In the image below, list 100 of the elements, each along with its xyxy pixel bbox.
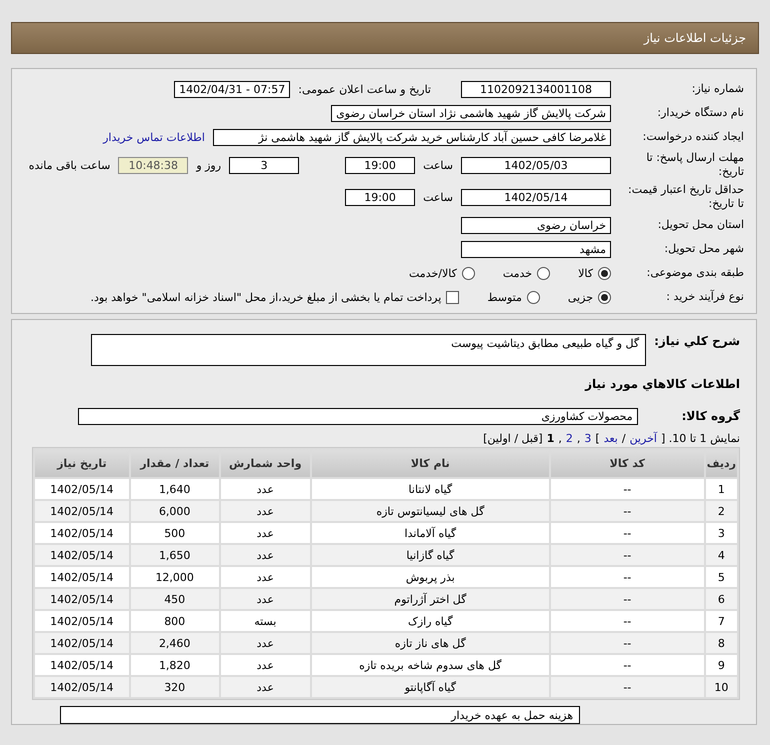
table-cell: گیاه آلاماندا (312, 523, 549, 543)
input-field[interactable]: 1402/04/31 - 07:57 (174, 80, 290, 98)
note-field: هزینه حمل به عهده خریدار (60, 706, 580, 724)
radio-button[interactable] (537, 266, 550, 280)
table-cell: عدد (220, 523, 310, 543)
current-page: 1 (546, 432, 554, 445)
radio-button[interactable] (462, 266, 475, 280)
table-cell: عدد (220, 545, 310, 565)
table-cell: 320 (130, 677, 219, 697)
radio-button[interactable] (526, 290, 540, 304)
table-cell: -- (550, 677, 704, 697)
table-cell: 5 (706, 567, 737, 587)
table-cell: عدد (220, 479, 310, 499)
table-cell: 1402/05/14 (35, 523, 129, 543)
field-label: روز و (196, 158, 222, 172)
table-cell: عدد (220, 501, 310, 521)
field-label: مهلت ارسال پاسخ: تا تاریخ: (645, 151, 744, 179)
table-cell: گل اختر آژراتوم (312, 589, 549, 609)
input-field[interactable]: 1402/05/03 (461, 156, 611, 174)
table-cell: 1,650 (130, 545, 219, 565)
table-cell: 4 (706, 545, 737, 565)
table-cell: 9 (706, 655, 737, 675)
input-field[interactable]: مشهد (461, 240, 611, 258)
table-cell: -- (550, 523, 704, 543)
table-cell: بسته (220, 611, 310, 631)
page-header: جزئیات اطلاعات نیاز (11, 22, 759, 54)
table-cell: گیاه لانتانا (312, 479, 549, 499)
option-label: خدمت (502, 266, 532, 280)
table-cell: -- (550, 589, 704, 609)
field-label: ساعت (423, 158, 453, 172)
input-field[interactable]: 19:00 (345, 188, 416, 206)
table-cell: 2 (706, 501, 737, 521)
description-field[interactable]: گل و گیاه طبیعی مطابق دیتاشیت پیوست (91, 334, 646, 366)
input-field[interactable]: خراسان رضوی (461, 216, 611, 234)
field-label: شرح کلي نياز: (654, 334, 740, 348)
radio-button[interactable] (598, 266, 611, 280)
table-cell: 1402/05/14 (35, 589, 129, 609)
pagination-text: / (622, 432, 626, 445)
table-cell: -- (550, 655, 704, 675)
field-label: ساعت (423, 190, 453, 204)
pagination-text: , (576, 432, 580, 445)
page-link[interactable]: 3 (584, 432, 592, 445)
table-cell: 12,000 (130, 567, 219, 587)
table-cell: گل های سدوم شاخه بریده تازه (312, 655, 549, 675)
field-label: ساعت باقی مانده (28, 158, 110, 172)
radio-button[interactable] (598, 290, 611, 304)
input-field[interactable]: 3 (229, 156, 300, 174)
checkbox[interactable] (446, 290, 460, 304)
field-label: طبقه بندی موضوعی: (646, 266, 744, 280)
table-cell: 1402/05/14 (35, 677, 129, 697)
table-cell: 1,820 (130, 655, 219, 675)
table-cell: عدد (220, 655, 310, 675)
input-field[interactable]: غلامرضا کافی حسین آباد کارشناس خرید شرکت پالایش گاز شهید هاشمی نژ (213, 128, 611, 146)
option-label: جزیی (568, 290, 593, 304)
table-cell: عدد (220, 677, 310, 697)
table-cell: 1402/05/14 (35, 545, 129, 565)
field-label: شماره نیاز: (690, 82, 744, 96)
input-field[interactable]: شرکت پالایش گاز شهید هاشمی نژاد استان خراسان رضوی (331, 104, 611, 122)
input-field[interactable]: محصولات کشاورزی (78, 408, 638, 424)
option-label: کالا (578, 266, 593, 280)
option-label: پرداخت تمام یا بخشی از مبلغ خرید،از محل "اسناد خزانه اسلامی" خواهد بود. (90, 290, 442, 304)
table-cell: عدد (220, 567, 310, 587)
table-cell: 8 (706, 633, 737, 653)
option-label: کالا/خدمت (409, 266, 457, 280)
table-cell: گیاه آگاپانتو (312, 677, 549, 697)
countdown-field: 10:48:38 (118, 156, 188, 174)
table-cell: 800 (130, 611, 219, 631)
table-cell: -- (550, 633, 704, 653)
field-label: استان محل تحویل: (656, 218, 744, 232)
table-cell: 2,460 (130, 633, 219, 653)
table-cell: 500 (130, 523, 219, 543)
input-field[interactable]: 1402/05/14 (461, 188, 611, 206)
pagination-text: [قبل / اولین] (483, 432, 543, 445)
table-cell: 1402/05/14 (35, 567, 129, 587)
field-label: تاریخ و ساعت اعلان عمومی: (298, 82, 431, 96)
contact-link[interactable]: اطلاعات تماس خریدار (103, 130, 205, 144)
field-label: ایجاد کننده درخواست: (642, 130, 744, 144)
input-field[interactable]: 1102092134001108 (461, 80, 611, 98)
page-link[interactable]: بعد (604, 432, 618, 445)
page-link[interactable]: 2 (566, 432, 573, 445)
table-cell: 10 (706, 677, 737, 697)
input-field[interactable]: 19:00 (345, 156, 416, 174)
pagination-text: ] (595, 432, 600, 445)
table-cell: عدد (220, 633, 310, 653)
pagination-text: , (558, 432, 562, 445)
field-label: نوع فرآیند خرید : (665, 290, 744, 304)
table-cell: 1402/05/14 (35, 655, 129, 675)
pagination-text: نمایش 1 تا 10. [ (660, 432, 740, 445)
table-cell: گیاه رازک (312, 611, 549, 631)
field-label: نام دستگاه خریدار: (656, 106, 744, 120)
table-cell: 3 (706, 523, 737, 543)
table-cell: 1402/05/14 (35, 501, 129, 521)
table-cell: بذر پربوش (312, 567, 549, 587)
table-cell: -- (550, 567, 704, 587)
table-cell: گیاه گازانیا (312, 545, 549, 565)
table-cell: 7 (706, 611, 737, 631)
page-link[interactable]: آخرین (630, 432, 657, 445)
table-cell: -- (550, 545, 704, 565)
table-cell: 1402/05/14 (35, 633, 129, 653)
option-label: متوسط (487, 290, 522, 304)
